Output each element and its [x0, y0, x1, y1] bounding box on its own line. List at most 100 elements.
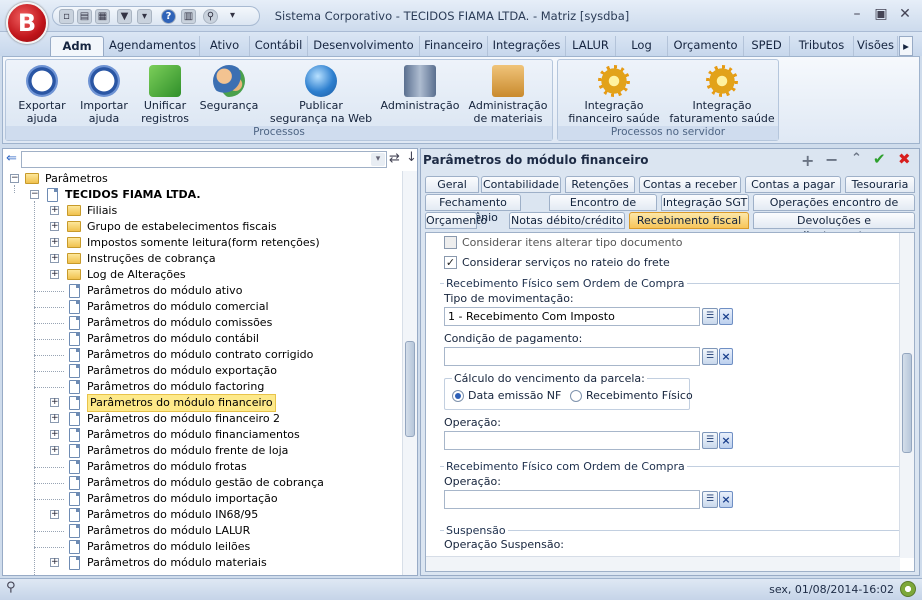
tab-lalur[interactable]: LALUR: [566, 36, 616, 56]
chevron-down-icon[interactable]: ▾: [371, 153, 385, 166]
back-arrow-icon[interactable]: ⇐: [6, 151, 17, 166]
tab-encontro-de-contas[interactable]: Encontro de contas: [549, 194, 657, 224]
tab-orcamento[interactable]: Orçamento: [668, 36, 744, 56]
list-icon[interactable]: ☰: [702, 432, 718, 449]
tab-tesouraria[interactable]: Tesouraria: [845, 176, 915, 193]
tab-geral[interactable]: Geral: [425, 176, 479, 193]
list-icon[interactable]: ☰: [702, 308, 718, 325]
operacao-field[interactable]: [444, 431, 700, 450]
filter-icon[interactable]: ▼: [117, 9, 132, 24]
operacao-suspensao-label: Operação Suspensão:: [444, 538, 565, 551]
tab-visoes[interactable]: Visões: [854, 36, 898, 56]
maximize-button[interactable]: ▣: [870, 6, 892, 24]
expand-icon[interactable]: +: [50, 510, 59, 519]
quick-access-toolbar: ▫ ▤ ▦ ▼ ▾ ? ▥ ⚲ ▾: [52, 6, 260, 26]
new-icon[interactable]: ▫: [59, 9, 74, 24]
help-icon[interactable]: ?: [161, 9, 176, 24]
chk-considerar-servicos-frete[interactable]: ✓: [444, 256, 457, 269]
expand-icon[interactable]: +: [50, 398, 59, 407]
form-scrollbar[interactable]: [899, 233, 914, 558]
form-horizontal-scrollbar[interactable]: [426, 556, 900, 571]
tab-financeiro[interactable]: Financeiro: [420, 36, 488, 56]
tipo-movimentacao-field[interactable]: 1 - Recebimento Com Imposto: [444, 307, 700, 326]
search-icon[interactable]: ⚲: [203, 9, 218, 24]
remove-icon[interactable]: −: [825, 150, 838, 169]
tab-or-amento[interactable]: Orçamento: [425, 212, 487, 229]
publicar-seguranca-web-button[interactable]: Publicar segurança na Web: [266, 62, 376, 125]
chk-considerar-itens-alterar[interactable]: [444, 236, 457, 249]
radio-data-emissao[interactable]: [452, 390, 464, 402]
print-icon[interactable]: ▤: [77, 9, 92, 24]
clear-x-icon[interactable]: ×: [719, 348, 733, 365]
tab-tributos[interactable]: Tributos: [790, 36, 854, 56]
clear-x-icon[interactable]: ×: [719, 308, 733, 325]
operacao-com-ordem-label: Operação:: [444, 475, 501, 488]
expand-icon[interactable]: +: [50, 558, 59, 567]
expand-icon[interactable]: +: [50, 446, 59, 455]
tab-ativo[interactable]: Ativo: [200, 36, 250, 56]
calculator-icon[interactable]: ▥: [181, 9, 196, 24]
tab-agendamentos[interactable]: Agendamentos: [106, 36, 200, 56]
tree-scrollbar[interactable]: [402, 171, 417, 575]
minimize-button[interactable]: –: [846, 6, 868, 24]
expand-icon[interactable]: +: [50, 254, 59, 263]
form-scrollbar-thumb[interactable]: [902, 353, 912, 453]
administracao-button[interactable]: Administração: [380, 62, 460, 113]
app-logo[interactable]: B: [6, 2, 48, 44]
tree-scrollbar-thumb[interactable]: [405, 341, 415, 437]
clear-x-icon[interactable]: ×: [719, 432, 733, 449]
radio-recebimento-fisico[interactable]: [570, 390, 582, 402]
tab-contabil[interactable]: Contábil: [250, 36, 308, 56]
search-icon[interactable]: ⚲: [6, 580, 16, 595]
tab-integracoes[interactable]: Integrações: [488, 36, 566, 56]
expand-icon[interactable]: +: [50, 430, 59, 439]
clear-x-icon[interactable]: ×: [719, 491, 733, 508]
expand-icon[interactable]: +: [50, 238, 59, 247]
tab-recebimento-fiscal[interactable]: Recebimento fiscal: [629, 212, 749, 229]
unificar-registros-button[interactable]: Unificar registros: [136, 62, 194, 125]
tab-scroll-right-icon[interactable]: ▸: [899, 36, 913, 56]
integracao-faturamento-saude-button[interactable]: Integração faturamento saúde: [668, 62, 776, 125]
tab-adm[interactable]: Adm: [50, 36, 104, 56]
tab-contas-a-pagar[interactable]: Contas a pagar: [745, 176, 841, 193]
confirm-check-icon[interactable]: ✔: [873, 150, 886, 168]
tree-search-input[interactable]: ▾: [21, 151, 387, 168]
swap-icon[interactable]: ⇄: [389, 151, 400, 166]
tab-reten-es[interactable]: Retenções: [565, 176, 635, 193]
tab-sped[interactable]: SPED: [744, 36, 790, 56]
integracao-financeiro-saude-button[interactable]: Integração financeiro saúde: [564, 62, 664, 125]
cancel-x-icon[interactable]: ✖: [898, 150, 911, 168]
tab-desenvolvimento[interactable]: Desenvolvimento: [308, 36, 420, 56]
list-icon[interactable]: ☰: [702, 348, 718, 365]
document-icon: [69, 412, 80, 426]
tab-contabilidade[interactable]: Contabilidade: [481, 176, 561, 193]
tab-log[interactable]: Log: [616, 36, 668, 56]
tab-integra-o-sgt[interactable]: Integração SGT: [661, 194, 749, 211]
exportar-ajuda-button[interactable]: Exportar ajuda: [12, 62, 72, 125]
tab-contas-a-receber[interactable]: Contas a receber: [639, 176, 741, 193]
collapse-icon[interactable]: −: [10, 174, 19, 183]
tab-notas-d-bito-cr-dito[interactable]: Notas débito/crédito: [509, 212, 625, 229]
condicao-pagamento-field[interactable]: [444, 347, 700, 366]
operacao-com-ordem-field[interactable]: [444, 490, 700, 509]
chevron-up-icon[interactable]: ⌃: [851, 151, 862, 166]
expand-icon[interactable]: +: [50, 414, 59, 423]
expand-icon[interactable]: +: [50, 206, 59, 215]
add-icon[interactable]: +: [801, 151, 814, 170]
condicao-pagamento-label: Condição de pagamento:: [444, 332, 583, 345]
importar-ajuda-button[interactable]: Importar ajuda: [72, 62, 136, 125]
grid-icon[interactable]: ▦: [95, 9, 110, 24]
expand-icon[interactable]: +: [50, 270, 59, 279]
dropdown-arrow-icon[interactable]: ▾: [137, 9, 152, 24]
expand-icon[interactable]: +: [50, 222, 59, 231]
collapse-icon[interactable]: −: [30, 190, 39, 199]
qat-dropdown-icon[interactable]: ▾: [225, 9, 240, 24]
close-button[interactable]: ✕: [894, 6, 916, 24]
tab-fechamento-conv-nio[interactable]: Fechamento convênio: [425, 194, 521, 224]
seguranca-button[interactable]: Segurança: [198, 62, 260, 113]
tab-devolu-es-e-adiantamentos[interactable]: Devoluções e adiantamentos: [753, 212, 915, 242]
administracao-materiais-button[interactable]: Administração de materiais: [466, 62, 550, 125]
list-icon[interactable]: ☰: [702, 491, 718, 508]
down-arrow-icon[interactable]: ↓: [406, 150, 417, 165]
tab-opera-es-encontro-de-contas[interactable]: Operações encontro de contas: [753, 194, 915, 224]
